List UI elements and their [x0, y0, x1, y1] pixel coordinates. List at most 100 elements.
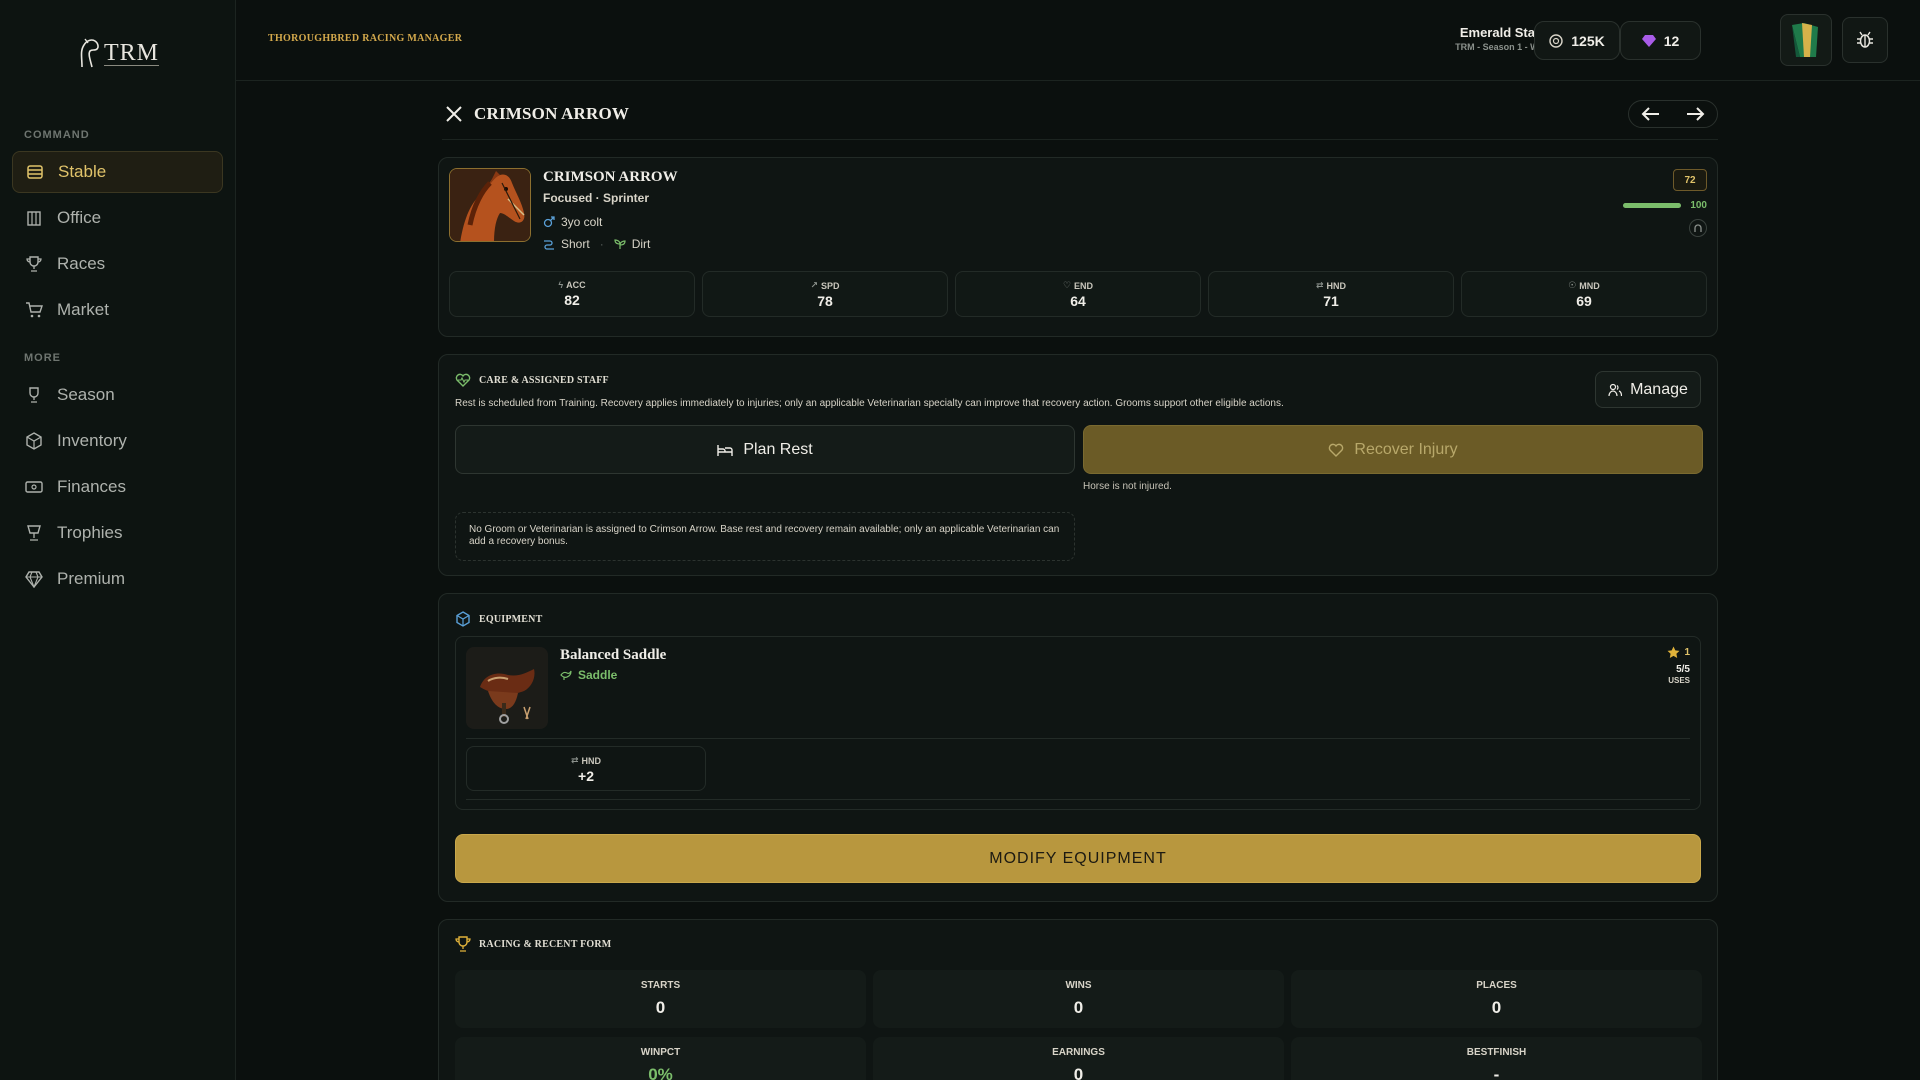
- bed-icon: [717, 444, 734, 456]
- equipment-item[interactable]: Balanced Saddle Saddle 1 5/5 USES ⇄ HND +…: [455, 636, 1701, 810]
- item-rank: 1: [1667, 646, 1690, 659]
- coins-counter[interactable]: 125K: [1534, 21, 1620, 60]
- male-icon: [543, 216, 555, 228]
- equipment-divider-bottom: [466, 799, 1690, 800]
- racing-stat-value: 0%: [648, 1065, 673, 1080]
- racing-stat-value: -: [1493, 1065, 1500, 1080]
- stat-label: END: [1074, 280, 1094, 291]
- racing-stat-bestfinish: BESTFINISH -: [1291, 1037, 1702, 1080]
- nav-section-more: MORE: [24, 352, 61, 364]
- sidebar-item-office[interactable]: Office: [12, 197, 223, 239]
- users-icon: [1608, 383, 1623, 396]
- swap-icon: ⇄: [570, 755, 579, 765]
- app-title: THOROUGHBRED RACING MANAGER: [268, 33, 463, 44]
- silks-icon: [1792, 23, 1818, 57]
- item-type-text: Saddle: [578, 668, 618, 682]
- swap-icon: ⇄: [1315, 280, 1324, 290]
- equipment-card: EQUIPMENT Balanced Saddle Saddle 1 5/5 U: [438, 593, 1718, 902]
- sprout-icon: [614, 239, 626, 249]
- stat-mnd: ☉ MND 69: [1461, 271, 1707, 317]
- condition-bar-fill: [1623, 203, 1681, 208]
- racing-stat-value: 0: [1073, 1065, 1084, 1080]
- sidebar-item-label: Inventory: [57, 431, 127, 450]
- condition-value: 100: [1690, 200, 1707, 211]
- stat-label: MND: [1579, 280, 1600, 291]
- recover-label: Recover Injury: [1354, 440, 1458, 458]
- stat-value: 69: [1576, 293, 1592, 309]
- bug-report-button[interactable]: [1842, 17, 1888, 63]
- sidebar-item-finances[interactable]: Finances: [12, 466, 223, 508]
- sidebar-item-label: Races: [57, 254, 106, 273]
- stat-hnd: ⇄ HND 71: [1208, 271, 1454, 317]
- sidebar-item-stable[interactable]: Stable: [12, 151, 223, 193]
- sidebar-item-label: Office: [57, 208, 102, 227]
- app-logo[interactable]: TRM: [76, 34, 160, 72]
- sidebar-item-trophies[interactable]: Trophies: [12, 512, 223, 554]
- manage-staff-button[interactable]: Manage: [1595, 371, 1701, 408]
- stat-value: 78: [817, 293, 833, 309]
- sidebar-item-label: Trophies: [57, 523, 123, 542]
- bolt-icon: ϟ: [558, 280, 564, 290]
- plan-rest-button[interactable]: Plan Rest: [455, 425, 1075, 474]
- racing-stat-label: PLACES: [1476, 980, 1517, 991]
- arrow-left-icon[interactable]: [1641, 106, 1661, 122]
- racing-stat-label: EARNINGS: [1052, 1047, 1105, 1058]
- horse-stats: ϟ ACC 82 ↗ SPD 78 ♡ END 64 ⇄ HND 71 ☉ MND 69: [449, 271, 1707, 317]
- horse-name: CRIMSON ARROW: [543, 169, 678, 185]
- care-section-title: CARE & ASSIGNED STAFF: [455, 373, 609, 387]
- brain-icon: ☉: [1568, 280, 1577, 290]
- sidebar-item-market[interactable]: Market: [12, 289, 223, 331]
- racing-stat-label: BESTFINISH: [1466, 1047, 1527, 1058]
- sidebar-item-label: Stable: [58, 162, 107, 181]
- diamond-icon: [25, 571, 43, 588]
- racing-title-text: RACING & RECENT FORM: [479, 938, 612, 950]
- horse-preferences: Short · Dirt: [543, 237, 650, 251]
- sidebar-item-label: Finances: [57, 477, 126, 496]
- horse-navigation: [1628, 100, 1718, 128]
- racing-stat-earnings: EARNINGS 0: [873, 1037, 1284, 1080]
- saddle-small-icon: [560, 670, 572, 680]
- gems-value: 12: [1663, 32, 1680, 49]
- gems-counter[interactable]: 12: [1620, 21, 1701, 60]
- item-uses: 5/5 USES: [1668, 664, 1690, 686]
- stat-value: 64: [1070, 293, 1086, 309]
- trophy-icon: [26, 256, 42, 272]
- racing-stat-value: 0: [1491, 998, 1502, 1017]
- equipment-divider: [466, 738, 1690, 739]
- staff-note: No Groom or Veterinarian is assigned to …: [455, 512, 1075, 561]
- stat-label: SPD: [821, 280, 840, 291]
- age-sex-text: 3yo colt: [561, 215, 603, 229]
- recover-injury-button[interactable]: Recover Injury: [1083, 425, 1703, 474]
- nav-section-command: COMMAND: [24, 129, 90, 141]
- heart-pulse-icon: [455, 373, 471, 387]
- sidebar-item-inventory[interactable]: Inventory: [12, 420, 223, 462]
- sidebar-item-races[interactable]: Races: [12, 243, 223, 285]
- horse-logo-icon: [80, 38, 99, 68]
- top-bar: THOROUGHBRED RACING MANAGER Emerald Stab…: [236, 0, 1920, 81]
- sidebar-item-season[interactable]: Season: [12, 374, 223, 416]
- rank-value: 1: [1684, 647, 1690, 658]
- box-icon: [26, 432, 42, 450]
- arrow-right-icon[interactable]: [1685, 106, 1705, 122]
- award-icon: [27, 525, 41, 541]
- sidebar-item-premium[interactable]: Premium: [12, 558, 223, 600]
- equipment-title-text: EQUIPMENT: [479, 613, 543, 625]
- bonus-value: +2: [578, 768, 594, 784]
- racing-stat-wins: WINS 0: [873, 970, 1284, 1028]
- stat-label: HND: [1326, 280, 1347, 291]
- racing-section-title: RACING & RECENT FORM: [455, 936, 611, 952]
- racing-form-card: RACING & RECENT FORM STARTS 0 WINS 0 PLA…: [438, 919, 1718, 1080]
- cash-icon: [25, 481, 43, 493]
- saddle-icon: [466, 647, 548, 729]
- sidebar-item-label: Season: [57, 385, 115, 404]
- care-description: Rest is scheduled from Training. Recover…: [455, 398, 1284, 409]
- stable-silks-avatar[interactable]: [1780, 14, 1832, 66]
- racing-stat-value: 0: [655, 998, 666, 1017]
- stat-label: ACC: [566, 280, 586, 290]
- logo-text: TRM: [104, 39, 160, 66]
- gem-icon: [1641, 35, 1656, 47]
- equipment-bonus: ⇄ HND +2: [466, 746, 706, 791]
- modify-equipment-button[interactable]: MODIFY EQUIPMENT: [455, 834, 1701, 883]
- sidebar-item-label: Market: [57, 300, 109, 319]
- close-icon[interactable]: [442, 102, 466, 126]
